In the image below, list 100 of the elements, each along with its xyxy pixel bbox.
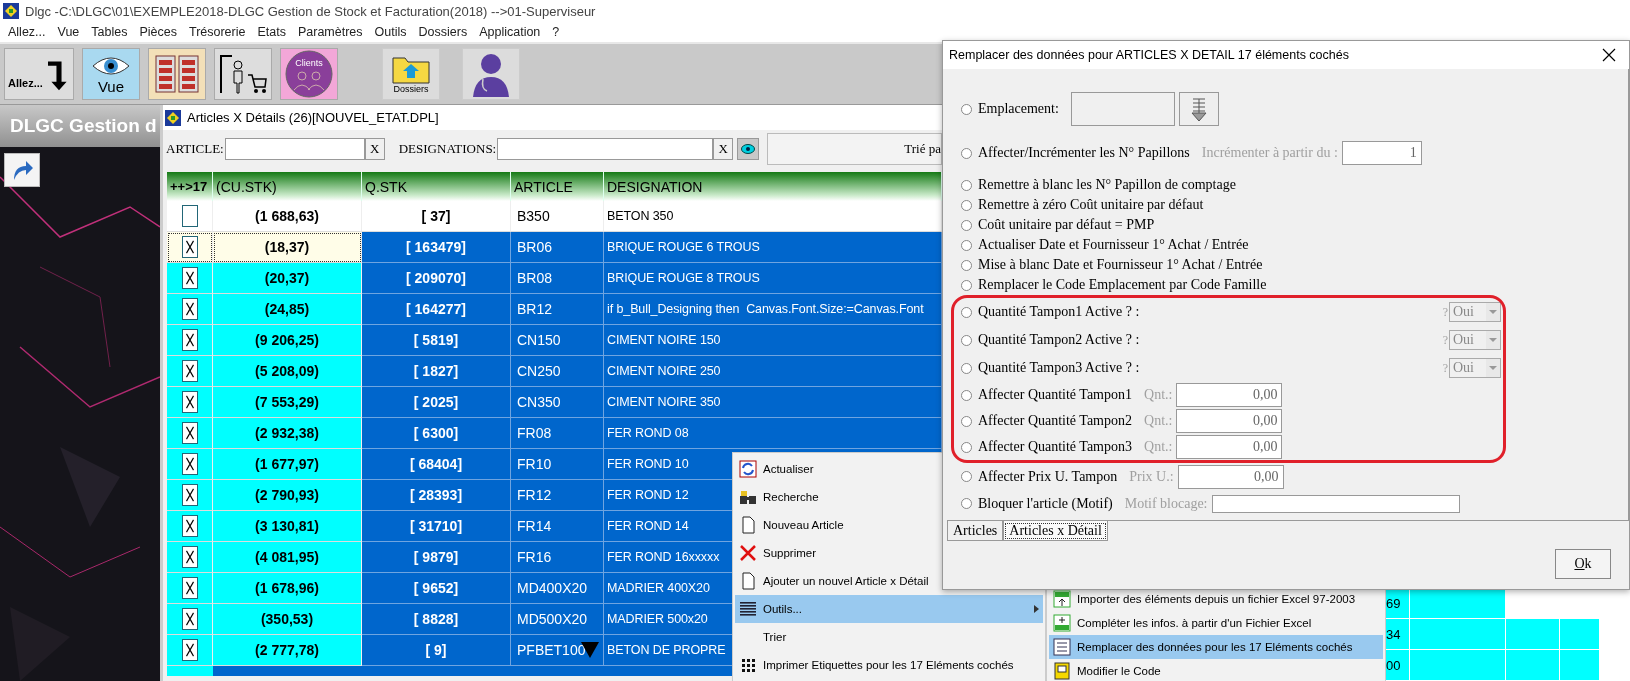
- menu-item[interactable]: Tables: [85, 25, 134, 39]
- table-cell: PFBET100: [517, 642, 586, 658]
- question-mark: ?: [1442, 360, 1448, 376]
- table-cell: FR14: [517, 518, 552, 534]
- option-label: Affecter/Incrémenter les N° Papillons: [978, 145, 1190, 161]
- vue-button[interactable]: Vue: [82, 48, 140, 100]
- table-cell: BRIQUE ROUGE 6 TROUS: [604, 232, 942, 263]
- table-cell: CN150: [517, 332, 561, 348]
- menu-item[interactable]: Allez...: [2, 25, 52, 39]
- filter-label: ARTICLE:: [166, 141, 224, 157]
- table-cell: CIMENT NOIRE 350: [604, 387, 942, 418]
- panel-title: DLGC Gestion d: [0, 105, 160, 147]
- table-cell: 34: [1386, 619, 1410, 650]
- menu-item[interactable]: ?: [546, 25, 566, 39]
- menu-item[interactable]: Trésorerie: [182, 25, 252, 39]
- table-cell: (2 790,93): [213, 480, 362, 511]
- menu-item[interactable]: Application: [473, 25, 547, 39]
- table-cell: (2 932,38): [213, 418, 362, 449]
- field-label: Qnt.:: [1144, 387, 1173, 403]
- input-field[interactable]: 1: [1341, 141, 1422, 165]
- table-cell: BETON 350: [604, 201, 942, 232]
- clear-button[interactable]: X: [364, 138, 385, 160]
- table-cell: [ 37]: [362, 201, 511, 232]
- table-cell: [ 163479]: [362, 232, 511, 263]
- table-cell: (24,85): [213, 294, 362, 325]
- menu-item[interactable]: Compléter les infos. à partir d'un Fichier Excel: [1049, 611, 1383, 635]
- option-label: Remplacer le Code Emplacement par Code Famille: [978, 277, 1267, 293]
- table-cell: [ 8828]: [362, 604, 511, 635]
- menu-item[interactable]: Remplacer des données pour les 17 Eléments cochés: [1049, 635, 1383, 659]
- input-field[interactable]: 0,00: [1177, 464, 1284, 489]
- table-cell: [ 6300]: [362, 418, 511, 449]
- filter-label: DESIGNATIONS:: [398, 141, 497, 157]
- question-mark: ?: [1442, 304, 1448, 320]
- table-cell: BR12: [517, 301, 553, 317]
- table-cell: (9 206,25): [213, 325, 362, 356]
- menu-item[interactable]: Outils: [368, 25, 413, 39]
- option-label: Quantité Tampon1 Active ? :: [978, 304, 1140, 320]
- table-cell: [ 28393]: [362, 480, 511, 511]
- table-cell: [ 68404]: [362, 449, 511, 480]
- dialog-title: Remplacer des données pour ARTICLES X DETAIL 17 éléments cochés: [949, 48, 1349, 62]
- menu-item[interactable]: Paramètres: [291, 25, 369, 39]
- table-cell: (3 130,81): [213, 511, 362, 542]
- option-label: Quantité Tampon2 Active ? :: [978, 332, 1140, 348]
- table-cell: 69: [1386, 588, 1410, 619]
- option-label: Remettre à blanc les N° Papillon de comptage: [978, 177, 1236, 193]
- table-cell: (2 777,78): [213, 635, 362, 666]
- menu-item[interactable]: Dossiers: [412, 25, 474, 39]
- table-cell: [ 5819]: [362, 325, 511, 356]
- option-label: Actualiser Date et Fournisseur 1° Achat / Entrée: [978, 237, 1249, 253]
- menu-item[interactable]: Etats: [251, 25, 292, 39]
- table-cell: (350,53): [213, 604, 362, 635]
- table-cell: B350: [517, 208, 550, 224]
- table-cell: 00: [1386, 650, 1410, 681]
- option-label: Affecter Quantité Tampon3: [978, 439, 1132, 455]
- option-label: Coût unitaire par défaut = PMP: [978, 217, 1155, 233]
- clients-button[interactable]: Clients: [280, 48, 338, 100]
- table-cell: MD500X20: [517, 611, 588, 627]
- tab[interactable]: Articles: [947, 521, 1004, 541]
- menu-item[interactable]: Modifier le Code: [1049, 659, 1383, 681]
- input-field[interactable]: 0,00: [1176, 435, 1283, 459]
- field-label: Motif blocage:: [1124, 495, 1208, 512]
- ok-button[interactable]: Ok: [1555, 549, 1611, 579]
- window-title: Articles X Détails (26)[NOUVEL_ETAT.DPL]: [187, 110, 439, 125]
- table-cell: BR08: [517, 270, 553, 286]
- sort-button[interactable]: Trié pa: [767, 133, 942, 165]
- dossiers-button[interactable]: Dossiers: [382, 48, 440, 100]
- table-cell: FR10: [517, 456, 552, 472]
- table-cell: (1 688,63): [213, 201, 362, 232]
- table-cell: [ 31710]: [362, 511, 511, 542]
- field-label: Qnt.:: [1144, 413, 1173, 429]
- input-field[interactable]: 0,00: [1176, 409, 1283, 433]
- option-label: Remettre à zéro Coût unitaire par défaut: [978, 197, 1204, 213]
- menu-item[interactable]: Outils...: [735, 595, 1043, 623]
- tab[interactable]: Articles x Détail: [1003, 521, 1108, 541]
- field-label: Prix U.:: [1129, 468, 1174, 485]
- input-field[interactable]: 0,00: [1176, 383, 1283, 407]
- option-label: Mise à blanc Date et Fournisseur 1° Achat / Entrée: [978, 257, 1263, 273]
- table-cell: (1 677,97): [213, 449, 362, 480]
- option-label: Affecter Prix U. Tampon: [978, 468, 1118, 485]
- menu-item[interactable]: Vue: [51, 25, 86, 39]
- table-cell: [ 2025]: [362, 387, 511, 418]
- table-cell: [ 9879]: [362, 542, 511, 573]
- table-cell: CN250: [517, 363, 561, 379]
- table-cell: FR16: [517, 549, 552, 565]
- menu-item[interactable]: Pièces: [133, 25, 183, 39]
- question-mark: ?: [1442, 332, 1448, 348]
- allez-button[interactable]: Allez...: [4, 48, 74, 100]
- clear-button[interactable]: X: [713, 138, 734, 160]
- table-cell: [ 9]: [362, 635, 511, 666]
- table-cell: CIMENT NOIRE 250: [604, 356, 942, 387]
- table-cell: FR08: [517, 425, 552, 441]
- table-cell: MD400X20: [517, 580, 588, 596]
- table-cell: if b_Bull_Designing then Canvas.Font.Size:=Canvas.Font: [604, 294, 942, 325]
- option-label: Affecter Quantité Tampon1: [978, 387, 1132, 403]
- table-cell: (20,37): [213, 263, 362, 294]
- table-cell: [ 1827]: [362, 356, 511, 387]
- table-cell: (18,37): [213, 232, 362, 263]
- table-cell: (7 553,29): [213, 387, 362, 418]
- table-cell: (1 678,96): [213, 573, 362, 604]
- field-label: Incrémenter à partir du :: [1201, 145, 1338, 161]
